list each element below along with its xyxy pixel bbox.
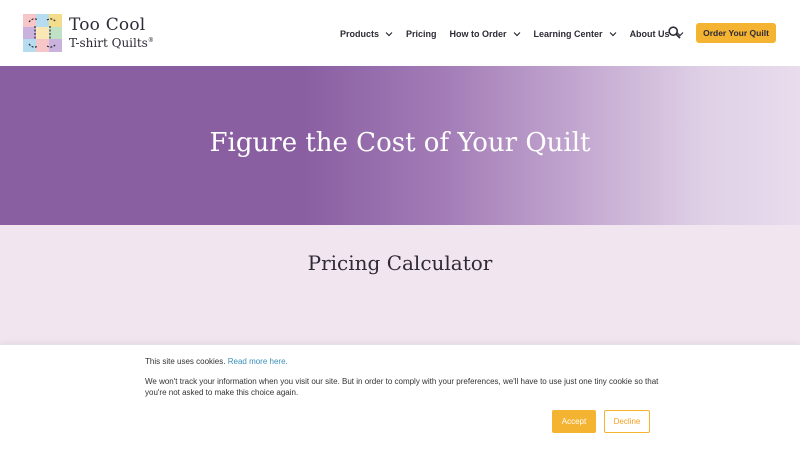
decline-button[interactable]: Decline: [604, 410, 650, 433]
pricing-calculator-heading: Pricing Calculator: [307, 251, 493, 275]
main-nav: Products Pricing How to Order Learning C…: [340, 24, 697, 44]
cookie-body-text: We won't track your information when you…: [145, 377, 659, 397]
accept-button[interactable]: Accept: [552, 410, 596, 433]
hero-banner: Figure the Cost of Your Quilt: [0, 66, 800, 225]
logo-line2: T-shirt Quilts®: [69, 34, 154, 50]
nav-products[interactable]: Products: [340, 29, 393, 39]
nav-about-us-label: About Us: [629, 29, 670, 39]
cookie-banner: This site uses cookies. Read more here. …: [0, 344, 800, 451]
logo-wordmark: Too Cool T-shirt Quilts®: [69, 16, 154, 50]
nav-how-to-order[interactable]: How to Order: [450, 29, 521, 39]
cookie-read-more-link[interactable]: Read more here.: [228, 357, 288, 366]
site-logo[interactable]: Too Cool T-shirt Quilts®: [23, 14, 154, 54]
cookie-intro-text: This site uses cookies.: [145, 357, 226, 366]
chevron-down-icon: [609, 32, 616, 37]
nav-learning-center[interactable]: Learning Center: [534, 29, 617, 39]
logo-line1: Too Cool: [69, 15, 146, 35]
site-header: Too Cool T-shirt Quilts® Products Pricin…: [0, 0, 800, 66]
nav-products-label: Products: [340, 29, 380, 39]
nav-learning-center-label: Learning Center: [533, 29, 603, 39]
nav-pricing-label: Pricing: [406, 29, 437, 39]
chevron-down-icon: [513, 32, 520, 37]
quilt-logo-icon: [23, 14, 62, 52]
nav-how-to-order-label: How to Order: [449, 29, 507, 39]
search-icon[interactable]: [668, 26, 681, 39]
page-title: Figure the Cost of Your Quilt: [209, 128, 591, 158]
cookie-intro: This site uses cookies. Read more here.: [145, 357, 288, 366]
logo-line2-text: T-shirt Quilts: [69, 36, 148, 50]
chevron-down-icon: [385, 32, 393, 37]
order-your-quilt-button[interactable]: Order Your Quilt: [696, 23, 776, 43]
trademark: ®: [147, 37, 154, 44]
nav-pricing[interactable]: Pricing: [406, 29, 437, 39]
pricing-section: Pricing Calculator: [0, 225, 800, 345]
